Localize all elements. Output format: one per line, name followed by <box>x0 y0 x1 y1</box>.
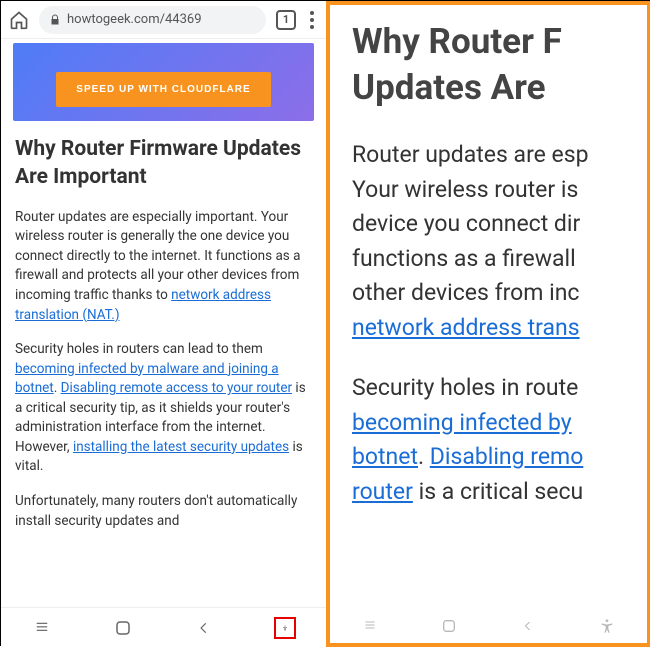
zoomed-botnet-link-2[interactable]: botnet <box>352 443 418 470</box>
zoomed-home-icon[interactable] <box>439 616 459 636</box>
zoomed-paragraph-1: Router updates are esp Your wireless rou… <box>352 138 647 345</box>
recents-icon[interactable] <box>31 617 53 639</box>
zoomed-recents-icon[interactable] <box>360 616 380 636</box>
overflow-menu-icon[interactable] <box>306 11 318 29</box>
browser-toolbar: howtogeek.com/44369 1 <box>1 1 326 39</box>
zoomed-nav-bar <box>330 611 647 641</box>
paragraph-2: Security holes in routers can lead to th… <box>15 340 312 477</box>
home-icon[interactable] <box>9 10 29 30</box>
zoomed-botnet-link[interactable]: becoming infected by <box>352 409 572 436</box>
system-nav-bar <box>1 607 326 647</box>
tab-count-label: 1 <box>283 13 289 26</box>
ad-banner: SPEED UP WITH CLOUDFLARE <box>13 43 314 121</box>
zoomed-nat-link[interactable]: network address trans <box>352 314 580 341</box>
back-icon[interactable] <box>193 617 215 639</box>
security-updates-link[interactable]: installing the latest security updates <box>73 439 289 455</box>
tab-switcher[interactable]: 1 <box>276 10 296 30</box>
zoomed-view-panel: Why Router F Updates Are Router updates … <box>326 1 650 647</box>
zoomed-heading: Why Router F Updates Are <box>352 19 647 110</box>
disable-remote-link[interactable]: Disabling remote access to your router <box>61 380 292 396</box>
article-heading: Why Router Firmware Updates Are Importan… <box>15 135 312 192</box>
lock-icon <box>49 14 61 26</box>
zoomed-router-link[interactable]: router <box>352 478 413 505</box>
accessibility-icon[interactable] <box>274 617 296 639</box>
paragraph-1: Router updates are especially important.… <box>15 208 312 325</box>
zoomed-disable-link[interactable]: Disabling remo <box>430 443 584 470</box>
normal-view-panel: howtogeek.com/44369 1 SPEED UP WITH CLOU… <box>1 1 326 647</box>
home-nav-icon[interactable] <box>112 617 134 639</box>
zoomed-paragraph-2: Security holes in route becoming infecte… <box>352 371 647 509</box>
article-body: Why Router Firmware Updates Are Importan… <box>1 135 326 531</box>
content-fade <box>1 587 326 607</box>
zoomed-back-icon[interactable] <box>518 616 538 636</box>
url-text: howtogeek.com/44369 <box>67 12 202 27</box>
address-bar[interactable]: howtogeek.com/44369 <box>39 6 266 34</box>
zoomed-accessibility-icon[interactable] <box>597 616 617 636</box>
cloudflare-cta-button[interactable]: SPEED UP WITH CLOUDFLARE <box>56 72 270 107</box>
paragraph-3: Unfortunately, many routers don't automa… <box>15 492 312 531</box>
